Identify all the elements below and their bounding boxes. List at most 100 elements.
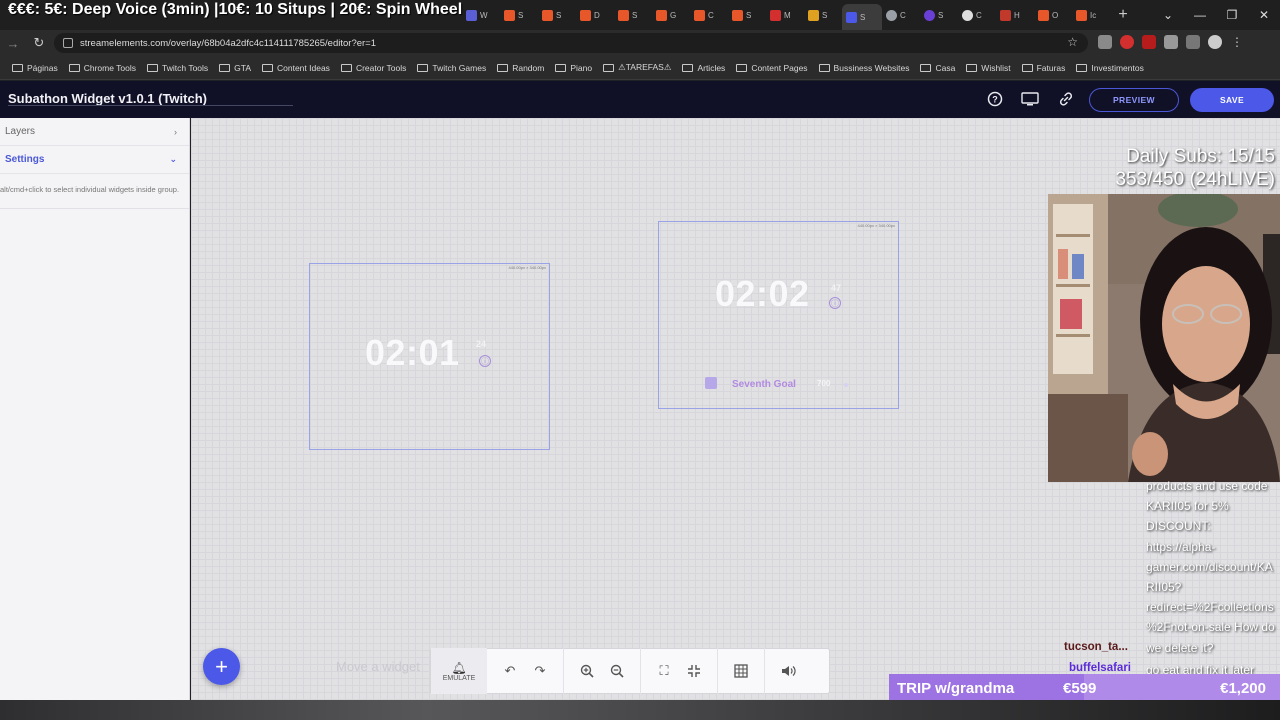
view-group: ⛶ [641, 648, 718, 694]
browser-tab[interactable]: W [462, 4, 500, 26]
link-icon[interactable] [1056, 90, 1076, 108]
folder-icon [262, 63, 273, 72]
bookmark-folder[interactable]: Piano [555, 63, 592, 73]
zoom-in-icon[interactable] [578, 662, 596, 680]
display-settings-icon[interactable] [1020, 90, 1040, 108]
zoom-out-icon[interactable] [608, 662, 626, 680]
bookmark-folder[interactable]: Casa [920, 63, 955, 73]
site-info-icon[interactable] [63, 38, 73, 48]
tab-label: H [1014, 10, 1020, 20]
subathon-widget-2[interactable]: 440.00px × 340.00px 02:02 47 ⓘ Seventh G… [658, 221, 899, 409]
browser-tab[interactable]: C [882, 4, 920, 26]
browser-tab[interactable]: S [728, 4, 766, 26]
bookmark-label: Páginas [27, 62, 58, 73]
bookmark-label: Content Pages [751, 62, 808, 73]
bookmark-folder[interactable]: Twitch Games [417, 63, 486, 73]
timer-text: 02:02 [715, 273, 810, 314]
tab-label: O [1052, 10, 1059, 20]
url-bar[interactable]: streamelements.com/overlay/68b04a2dfc4c1… [54, 33, 1088, 53]
exit-fullscreen-icon[interactable] [685, 662, 703, 680]
extension-icon[interactable] [1142, 35, 1156, 49]
preview-button[interactable]: PREVIEW [1089, 88, 1179, 112]
browser-tab[interactable]: H [996, 4, 1034, 26]
layers-section[interactable]: Layers › [0, 118, 189, 146]
bookmark-folder[interactable]: Content Pages [736, 62, 808, 73]
browser-tab[interactable]: Ic [1072, 4, 1110, 26]
save-button[interactable]: SAVE [1190, 88, 1274, 112]
bookmark-folder[interactable]: Páginas [12, 63, 58, 73]
new-tab-button[interactable]: + [1110, 6, 1136, 24]
svg-text:?: ? [992, 95, 998, 105]
tab-favicon-icon [656, 9, 667, 21]
browser-tab[interactable]: C [958, 4, 996, 26]
bookmark-folder[interactable]: Chrome Tools [68, 63, 136, 73]
bookmark-folder[interactable]: Bussiness Websites [818, 62, 910, 73]
tab-search-icon[interactable]: ⌄ [1152, 0, 1184, 30]
tab-label: C [900, 10, 906, 20]
fullscreen-icon[interactable]: ⛶ [655, 662, 673, 680]
history-group: ↶ ↷ [487, 648, 564, 694]
add-widget-button[interactable]: + [203, 648, 240, 685]
folder-icon [555, 63, 567, 72]
browser-tab-active[interactable]: S [842, 4, 882, 30]
redo-icon[interactable]: ↷ [531, 662, 549, 680]
emulate-button[interactable]: 🔔︎ EMULATE [431, 648, 487, 694]
bookmark-folder[interactable]: Random [497, 63, 544, 73]
bookmark-label: Bussiness Websites [833, 62, 910, 73]
forward-icon[interactable]: → [0, 36, 26, 51]
goal-dot-icon [844, 383, 848, 387]
bookmark-folder[interactable]: Twitch Tools [147, 63, 208, 73]
undo-icon[interactable]: ↶ [501, 662, 519, 680]
bookmark-folder[interactable]: GTA [219, 63, 251, 73]
browser-tab[interactable]: S [920, 4, 958, 26]
bookmark-star-icon[interactable]: ☆ [1067, 35, 1078, 49]
puzzle-icon[interactable] [1164, 35, 1178, 49]
maximize-icon[interactable]: ❐ [1216, 0, 1248, 30]
browser-tab[interactable]: S [500, 4, 538, 26]
bookmark-folder[interactable]: Faturas [1021, 63, 1065, 73]
subathon-widget-1[interactable]: 440.00px × 340.00px 02:01 24 ⓘ [309, 263, 550, 450]
settings-section[interactable]: Settings ⌄ [0, 146, 189, 174]
browser-tab[interactable]: S [538, 4, 576, 26]
goal-value: 700 [817, 379, 831, 388]
bookmark-label: Investimentos [1091, 62, 1144, 73]
volume-icon[interactable] [779, 662, 797, 680]
bookmark-folder[interactable]: Creator Tools [340, 63, 406, 73]
bookmark-folder[interactable]: Articles [682, 63, 725, 73]
profile-avatar[interactable] [1208, 35, 1222, 49]
bookmark-folder[interactable]: Investimentos [1076, 62, 1144, 73]
bookmark-label: Articles [697, 62, 726, 73]
grid-icon[interactable] [732, 662, 750, 680]
bookmark-folder[interactable]: Content Ideas [262, 63, 330, 73]
tab-label: S [556, 10, 562, 20]
extension-icon[interactable] [1098, 35, 1112, 49]
browser-tab[interactable]: D [576, 4, 614, 26]
reload-icon[interactable]: ↻ [26, 35, 52, 51]
bookmark-folder[interactable]: ⚠TAREFAS⚠ [603, 62, 671, 73]
extensions-area: ⋮ [1098, 35, 1244, 49]
settings-label: Settings [5, 154, 45, 165]
editor-toolbar: 🔔︎ EMULATE ↶ ↷ ⛶ [430, 648, 830, 694]
help-icon[interactable]: ? [985, 90, 1005, 108]
folder-icon [682, 63, 694, 72]
browser-tab[interactable]: G [652, 4, 690, 26]
bookmark-folder[interactable]: Wishlist [966, 63, 1011, 73]
media-icon[interactable] [1186, 35, 1200, 49]
timer-info-icon: ⓘ [829, 297, 841, 309]
browser-tab[interactable]: M [766, 4, 804, 26]
browser-tab[interactable]: O [1034, 4, 1072, 26]
folder-icon [340, 63, 352, 72]
extension-icon[interactable] [1120, 35, 1134, 49]
bookmark-label: GTA [234, 62, 251, 73]
close-window-icon[interactable]: ✕ [1248, 0, 1280, 30]
bookmarks-bar: Páginas Chrome Tools Twitch Tools GTA Co… [0, 56, 1280, 80]
folder-icon [417, 63, 429, 72]
bookmark-label: Content Ideas [277, 62, 330, 73]
browser-tab[interactable]: S [804, 4, 842, 26]
folder-icon [920, 63, 932, 72]
browser-tab[interactable]: C [690, 4, 728, 26]
menu-kebab-icon[interactable]: ⋮ [1230, 35, 1244, 49]
browser-tab[interactable]: S [614, 4, 652, 26]
minimize-icon[interactable]: — [1184, 0, 1216, 30]
overlay-title[interactable]: Subathon Widget v1.0.1 (Twitch) [8, 91, 207, 106]
